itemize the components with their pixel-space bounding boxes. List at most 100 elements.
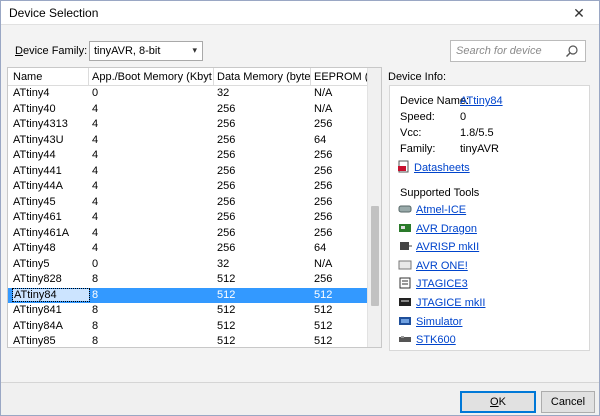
cell-data-memory: 32	[217, 87, 230, 99]
cell-name: ATtiny48	[13, 242, 56, 254]
cell-eeprom: 256	[314, 226, 333, 239]
cell-app-memory: 8	[92, 273, 99, 285]
tool-item: Simulator	[398, 315, 462, 331]
avr-one-icon	[398, 260, 412, 270]
vcc-row: Vcc: 1.8/5.5	[400, 127, 494, 139]
table-row[interactable]: ATtiny48 4 256 64	[8, 241, 368, 257]
table-row[interactable]: ATtiny84 8 512 512	[8, 287, 368, 303]
cancel-button[interactable]: Cancel	[541, 391, 595, 413]
tool-item: STK600	[398, 333, 456, 349]
tool-link[interactable]: AVR Dragon	[416, 223, 477, 235]
cell-data-memory: 256	[217, 242, 236, 254]
window-title: Device Selection	[9, 6, 99, 20]
cell-data-memory: 256	[217, 118, 236, 130]
tool-item: AVR ONE!	[398, 259, 468, 275]
cell-app-memory: 4	[92, 211, 99, 223]
cell-name: ATtiny461	[13, 211, 62, 223]
table-row[interactable]: ATtiny43U 4 256 64	[8, 133, 368, 149]
tool-link[interactable]: Atmel-ICE	[416, 204, 466, 216]
scrollbar-thumb[interactable]	[371, 206, 379, 306]
search-placeholder: Search for device	[456, 45, 542, 57]
table-row[interactable]: ATtiny841 8 512 512	[8, 303, 368, 319]
cell-name: ATtiny5	[13, 257, 50, 270]
tool-link[interactable]: AVRISP mkII	[416, 241, 479, 253]
cell-eeprom: 256	[314, 195, 333, 208]
cell-eeprom: 64	[314, 133, 327, 146]
table-row[interactable]: ATtiny828 8 512 256	[8, 272, 368, 288]
table-row[interactable]: ATtiny441 4 256 256	[8, 164, 368, 180]
speed-row: Speed: 0	[400, 111, 466, 123]
table-row[interactable]: ATtiny44 4 256 256	[8, 148, 368, 164]
ok-button[interactable]: OK	[460, 391, 536, 413]
cell-eeprom: 256	[314, 211, 333, 223]
avrisp-icon	[400, 242, 412, 251]
cell-data-memory: 32	[217, 257, 230, 270]
cell-name: ATtiny841	[13, 304, 62, 316]
device-family-dropdown[interactable]: tinyAVR, 8-bit ▾	[89, 41, 203, 61]
family-value: tinyAVR	[460, 143, 499, 155]
search-icon	[566, 45, 578, 57]
cell-data-memory: 512	[217, 288, 236, 301]
simulator-icon	[399, 316, 411, 325]
table-row[interactable]: ATtiny4 0 32 N/A	[8, 86, 368, 102]
cell-app-memory: 0	[92, 87, 99, 99]
tool-item: JTAGICE mkII	[398, 296, 485, 312]
column-header-app-memory[interactable]: App./Boot Memory (Kbytes)	[92, 71, 212, 83]
close-icon[interactable]: ✕	[565, 1, 593, 25]
column-divider[interactable]	[213, 68, 214, 86]
table-row[interactable]: ATtiny44A 4 256 256	[8, 179, 368, 195]
table-row[interactable]: ATtiny5 0 32 N/A	[8, 257, 368, 273]
search-input[interactable]: Search for device	[450, 40, 586, 62]
cell-name: ATtiny44	[13, 149, 56, 161]
column-header-data-memory[interactable]: Data Memory (bytes)	[217, 71, 311, 83]
title-bar: Device Selection ✕	[1, 1, 599, 25]
cell-app-memory: 4	[92, 149, 99, 161]
table-row[interactable]: ATtiny84A 8 512 512	[8, 319, 368, 335]
table-row[interactable]: ATtiny461 4 256 256	[8, 210, 368, 226]
cell-app-memory: 4	[92, 242, 99, 254]
tool-link[interactable]: JTAGICE3	[416, 278, 468, 290]
datasheets-link[interactable]: Datasheets	[414, 162, 470, 174]
table-row[interactable]: ATtiny461A 4 256 256	[8, 226, 368, 242]
cell-data-memory: 512	[217, 335, 236, 347]
cell-data-memory: 256	[217, 149, 236, 161]
column-header-name[interactable]: Name	[13, 71, 87, 83]
cell-app-memory: 4	[92, 118, 99, 130]
cell-eeprom: N/A	[314, 102, 333, 115]
device-table: Name App./Boot Memory (Kbytes) Data Memo…	[7, 67, 382, 348]
tool-link[interactable]: AVR ONE!	[416, 260, 468, 272]
cell-eeprom: 512	[314, 319, 333, 332]
cell-app-memory: 4	[92, 133, 99, 146]
cell-data-memory: 256	[217, 102, 236, 115]
cell-app-memory: 8	[92, 319, 99, 332]
cell-name: ATtiny84A	[13, 319, 63, 332]
device-name-link[interactable]: ATtiny84	[460, 95, 503, 107]
column-divider[interactable]	[88, 68, 89, 86]
cell-name: ATtiny44A	[13, 180, 63, 192]
table-row[interactable]: ATtiny4313 4 256 256	[8, 117, 368, 133]
cell-name: ATtiny461A	[13, 226, 70, 239]
cell-eeprom: 256	[314, 149, 333, 161]
cell-name: ATtiny84	[12, 287, 90, 302]
table-row[interactable]: ATtiny40 4 256 N/A	[8, 102, 368, 118]
tool-link[interactable]: JTAGICE mkII	[416, 297, 485, 309]
cell-eeprom: 64	[314, 242, 327, 254]
cell-app-memory: 4	[92, 226, 99, 239]
vcc-label: Vcc:	[400, 127, 422, 139]
stk600-icon	[399, 336, 411, 343]
vertical-scrollbar[interactable]	[367, 68, 381, 347]
column-header-eeprom[interactable]: EEPROM (byte	[314, 71, 368, 83]
cell-data-memory: 512	[217, 319, 236, 332]
cell-eeprom: 256	[314, 164, 333, 177]
family-label: Family:	[400, 143, 436, 155]
cell-name: ATtiny4313	[13, 118, 68, 130]
cell-name: ATtiny441	[13, 164, 62, 177]
table-row[interactable]: ATtiny85 8 512 512	[8, 334, 368, 347]
table-row[interactable]: ATtiny45 4 256 256	[8, 195, 368, 211]
column-divider[interactable]	[310, 68, 311, 86]
tool-link[interactable]: STK600	[416, 334, 456, 346]
cell-name: ATtiny4	[13, 87, 50, 99]
device-info-title: Device Info:	[388, 71, 447, 83]
tool-link[interactable]: Simulator	[416, 316, 462, 328]
dialog-footer: OK Cancel	[1, 382, 599, 415]
